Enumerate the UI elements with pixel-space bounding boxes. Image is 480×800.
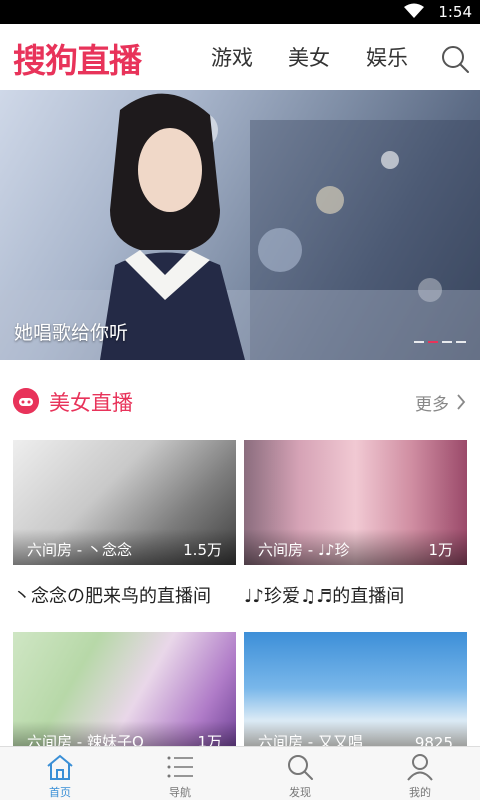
viewer-count: 1.5万	[183, 541, 222, 559]
top-nav: 搜狗直播 游戏 美女 娱乐	[0, 24, 480, 90]
carousel-dot	[456, 341, 466, 343]
tab-navigation[interactable]: 导航	[120, 747, 240, 800]
stream-thumbnail[interactable]: 六间房 - 又又唱 9825	[244, 632, 467, 757]
tab-label: 我的	[409, 786, 431, 799]
status-time: 1:54	[438, 3, 472, 21]
room-name: 六间房 - 丶念念	[27, 541, 132, 559]
search-icon	[288, 755, 313, 780]
stream-thumbnail[interactable]: 六间房 - 丶念念 1.5万	[13, 440, 236, 565]
stream-thumbnail[interactable]: 六间房 - ♩♪珍 1万	[244, 440, 467, 565]
section-title: 美女直播	[49, 391, 133, 415]
tab-home[interactable]: 首页	[0, 747, 120, 800]
tab-profile[interactable]: 我的	[360, 747, 480, 800]
tab-entertainment[interactable]: 娱乐	[366, 42, 408, 72]
app-logo[interactable]: 搜狗直播	[13, 34, 142, 82]
tab-discover[interactable]: 发现	[240, 747, 360, 800]
stream-title[interactable]: ♩♪珍爱♫♬的直播间	[244, 582, 404, 608]
search-icon[interactable]	[440, 44, 470, 74]
room-name: 六间房 - ♩♪珍	[258, 541, 350, 559]
more-link[interactable]: 更多	[415, 390, 449, 415]
hero-banner[interactable]: 她唱歌给你听	[0, 90, 480, 360]
tab-beauty[interactable]: 美女	[288, 42, 330, 72]
section-header: 美女直播 更多	[0, 360, 480, 438]
viewer-count: 1万	[428, 541, 453, 559]
tab-games[interactable]: 游戏	[211, 42, 253, 72]
banner-caption: 她唱歌给你听	[14, 322, 129, 344]
carousel-indicator	[414, 341, 466, 343]
carousel-dot	[414, 341, 424, 343]
user-icon	[407, 754, 433, 781]
home-icon	[47, 754, 73, 780]
wifi-icon	[404, 3, 424, 18]
chevron-right-icon[interactable]	[456, 393, 466, 411]
stream-thumbnail[interactable]: 六间房 - 辣妹子Q 1万	[13, 632, 236, 757]
status-bar: 1:54	[0, 0, 480, 24]
tab-label: 发现	[289, 786, 311, 799]
gamepad-icon	[13, 388, 39, 414]
bottom-tab-bar: 首页 导航 发现 我的	[0, 746, 480, 800]
tab-label: 导航	[169, 786, 191, 799]
carousel-dot	[442, 341, 452, 343]
carousel-dot-active	[428, 341, 438, 343]
list-icon	[167, 756, 193, 778]
stream-title[interactable]: 丶念念の肥来鸟的直播间	[13, 582, 211, 608]
tab-label: 首页	[49, 786, 71, 799]
